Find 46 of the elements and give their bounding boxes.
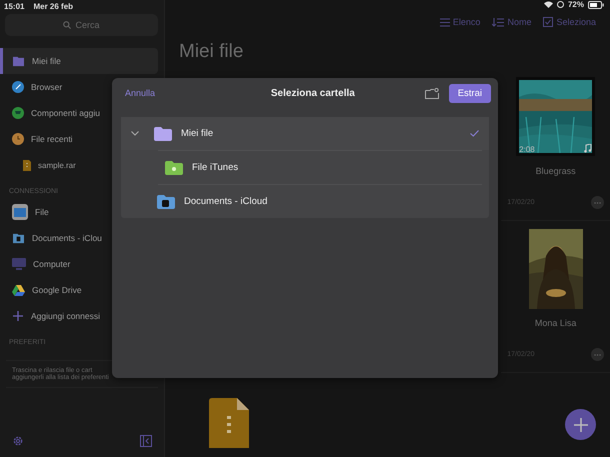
folder-icon bbox=[12, 204, 28, 220]
folder-name: Miei file bbox=[181, 128, 214, 139]
settings-icon bbox=[12, 435, 24, 447]
folder-icon bbox=[165, 160, 183, 174]
add-button[interactable] bbox=[565, 409, 596, 440]
folder-icon bbox=[157, 194, 175, 208]
cart-icon bbox=[12, 107, 24, 119]
plus-icon bbox=[12, 310, 24, 322]
battery-percent: 72% bbox=[568, 0, 584, 9]
triangle-icon bbox=[12, 284, 25, 296]
checkbox-icon bbox=[543, 17, 554, 27]
folder-name: Documents - iCloud bbox=[184, 196, 268, 207]
document-folder-icon bbox=[12, 232, 25, 244]
list-icon bbox=[440, 18, 450, 26]
connection-item[interactable]: Google Drive bbox=[0, 277, 158, 303]
connection-item[interactable]: Aggiungi connessi bbox=[0, 303, 158, 329]
wifi-icon bbox=[544, 1, 553, 8]
file-name: Mona Lisa bbox=[534, 318, 576, 328]
checkmark-icon bbox=[470, 130, 479, 137]
battery-icon bbox=[588, 0, 604, 8]
clock-time: 15:01 bbox=[4, 2, 24, 11]
folder-icon bbox=[12, 56, 25, 66]
zip-file-icon bbox=[23, 160, 31, 170]
clock-icon bbox=[12, 133, 24, 145]
date-label: Mer 26 feb bbox=[33, 2, 74, 11]
dialog-title: Seleziona cartella bbox=[270, 88, 356, 98]
compass-icon bbox=[12, 81, 24, 93]
zip-file-icon bbox=[209, 398, 250, 448]
sidebar-collapse-icon bbox=[140, 435, 152, 447]
music-note-icon bbox=[584, 144, 592, 153]
connection-item[interactable]: Computer bbox=[0, 251, 158, 277]
search-icon bbox=[63, 21, 72, 29]
lock-rotation-icon bbox=[556, 1, 564, 8]
cancel-button[interactable]: Annulla bbox=[119, 87, 162, 99]
duration-label: 2:08 bbox=[519, 145, 535, 154]
sidebar-item[interactable]: Miei file bbox=[0, 48, 158, 74]
plus-icon bbox=[574, 418, 588, 432]
monitor-icon bbox=[12, 258, 26, 270]
page-title: Miei file bbox=[179, 41, 244, 63]
new-folder-icon[interactable] bbox=[424, 88, 439, 98]
sort-icon bbox=[492, 18, 504, 26]
connection-item[interactable]: Documents - iClou bbox=[0, 225, 158, 251]
extract-button[interactable]: Estrai bbox=[448, 84, 491, 102]
file-name: Bluegrass bbox=[536, 166, 576, 176]
folder-name: File iTunes bbox=[192, 162, 240, 173]
folder-icon bbox=[154, 126, 172, 140]
